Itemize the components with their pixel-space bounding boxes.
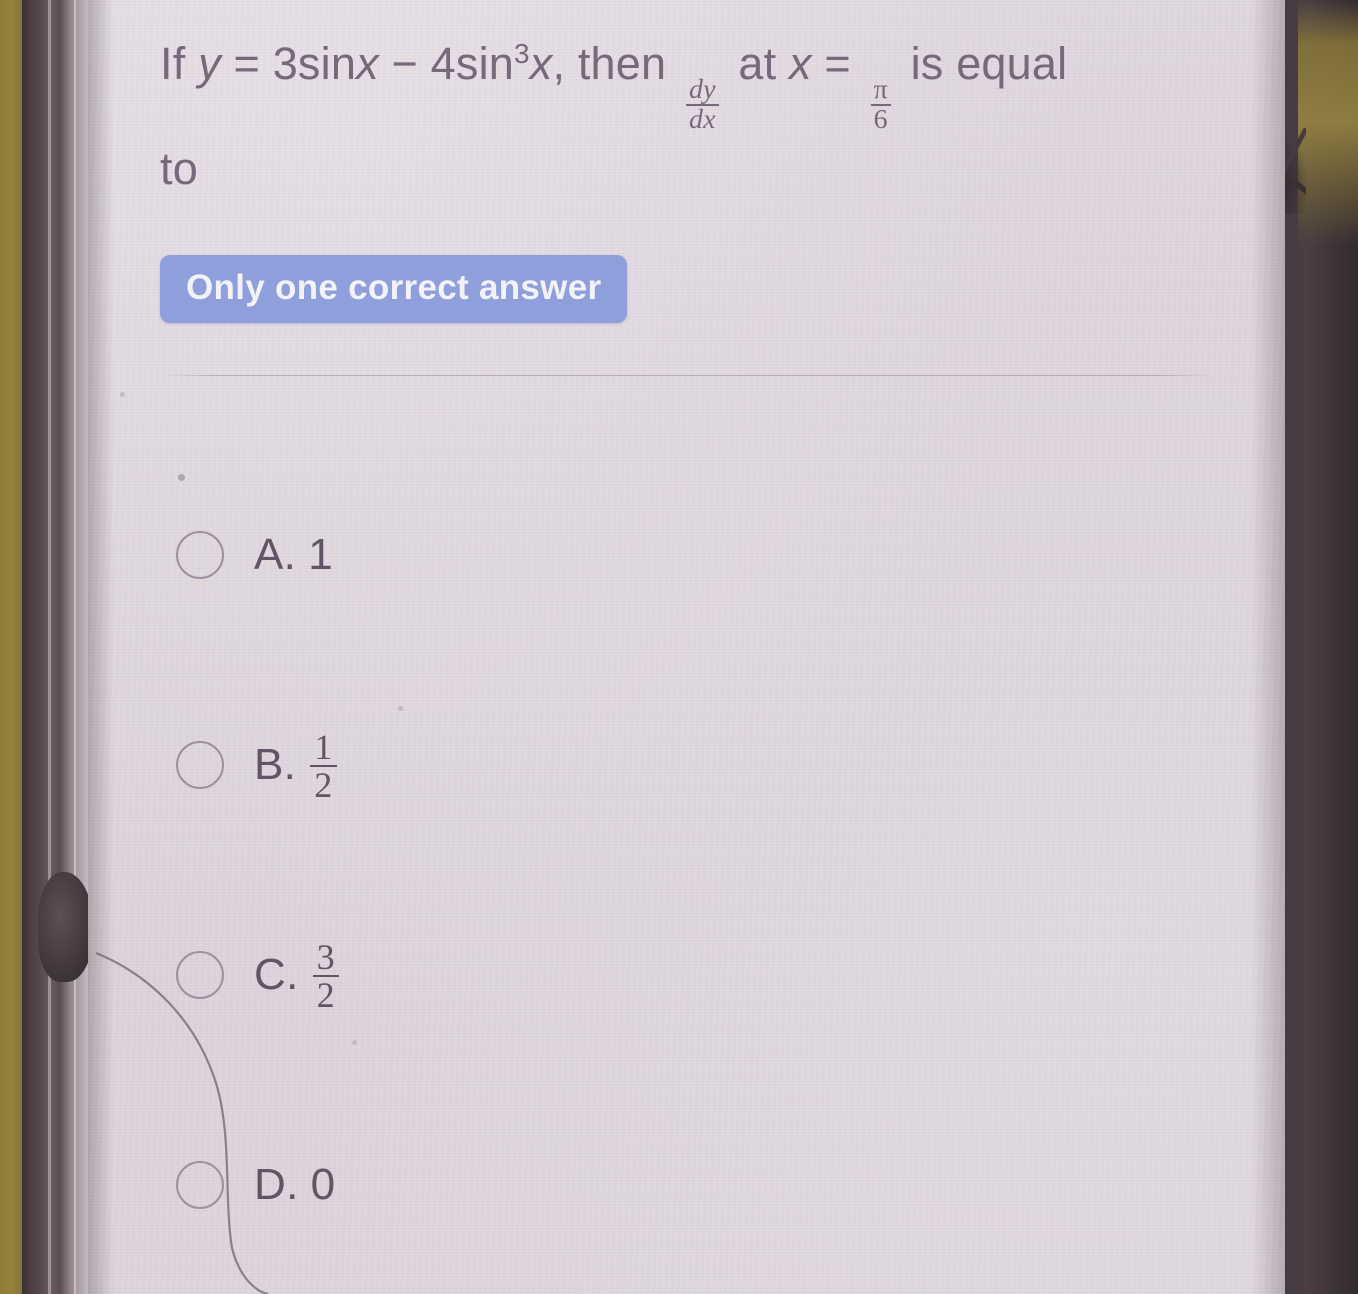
option-b[interactable]: B. 1 2 — [160, 660, 1215, 870]
dust-speck-left — [120, 392, 125, 397]
only-one-correct-answer-badge: Only one correct answer — [160, 255, 628, 324]
option-c-denominator: 2 — [312, 975, 339, 1013]
radio-button-c[interactable] — [176, 951, 224, 1000]
answer-mode-row: Only one correct answer — [160, 255, 1215, 324]
option-b-fraction: 1 2 — [310, 727, 337, 803]
option-d[interactable]: D. 0 — [160, 1080, 1215, 1290]
question-line-2: to — [160, 142, 198, 194]
phone-screen: If y = 3sinx − 4sin3x, then dy dx at x =… — [88, 0, 1285, 1294]
option-b-label: B. — [254, 740, 297, 790]
option-a-value: 1 — [308, 530, 333, 580]
question-expression-var1: x — [356, 38, 379, 89]
option-a-text: A. 1 — [254, 530, 333, 580]
derivative-denominator: dx — [685, 104, 719, 134]
option-c[interactable]: C. 3 2 — [160, 870, 1215, 1080]
radio-button-b[interactable] — [176, 741, 224, 790]
desk-surface-right — [1298, 0, 1358, 245]
option-d-value: 0 — [310, 1160, 336, 1210]
question-then: , then — [552, 38, 667, 89]
question-prefix: If — [160, 38, 186, 89]
pi-over-six-fraction: π 6 — [870, 73, 891, 135]
question-exponent: 3 — [514, 38, 530, 69]
option-b-numerator: 1 — [314, 727, 333, 768]
option-a-label: A. — [254, 530, 297, 580]
derivative-fraction: dy dx — [685, 73, 719, 135]
options-list: A. 1 B. 1 2 C. 3 2 D. 0 — [160, 450, 1215, 1290]
option-b-denominator: 2 — [310, 765, 337, 803]
radio-button-a[interactable] — [176, 531, 224, 580]
dust-speck-mid — [398, 706, 403, 711]
six-denominator: 6 — [870, 104, 891, 134]
radio-button-d[interactable] — [176, 1161, 224, 1210]
derivative-numerator: dy — [688, 73, 716, 105]
question-variable-y: y — [198, 38, 221, 89]
option-d-label: D. — [254, 1160, 299, 1210]
question-expression-var2: x — [529, 38, 553, 89]
question-at-variable: x — [789, 38, 812, 89]
dust-speck-top — [178, 474, 185, 481]
option-c-numerator: 3 — [316, 937, 335, 978]
bezel-highlight-left-inner — [74, 0, 76, 1294]
bezel-smudge — [38, 872, 94, 982]
section-divider — [160, 375, 1215, 377]
dust-speck-low — [352, 1040, 357, 1045]
question-expression-part1: 3sin — [272, 38, 357, 89]
question-at: at — [738, 38, 777, 89]
question-line-1: If y = 3sinx − 4sin3x, then dy dx at x =… — [160, 30, 1215, 135]
quiz-content: If y = 3sinx − 4sin3x, then dy dx at x =… — [88, 0, 1285, 1290]
option-a[interactable]: A. 1 — [160, 450, 1215, 660]
question-equals: = — [233, 38, 260, 89]
question-at-equals: = — [824, 38, 851, 89]
question-minus-sign: − — [391, 38, 418, 89]
option-b-text: B. 1 2 — [254, 727, 337, 803]
option-d-text: D. 0 — [254, 1160, 335, 1210]
option-c-text: C. 3 2 — [254, 937, 339, 1013]
question-tail: is equal — [910, 38, 1068, 89]
phone-bezel-left — [22, 0, 90, 1294]
question-text: If y = 3sinx − 4sin3x, then dy dx at x =… — [160, 0, 1215, 203]
question-expression-part2: 4sin — [430, 38, 515, 89]
option-c-fraction: 3 2 — [312, 937, 339, 1013]
photo-of-phone-screen: If y = 3sinx − 4sin3x, then dy dx at x =… — [0, 0, 1358, 1294]
bezel-highlight-left — [48, 0, 51, 1294]
pi-numerator: π — [873, 73, 888, 105]
option-c-label: C. — [254, 950, 299, 1000]
